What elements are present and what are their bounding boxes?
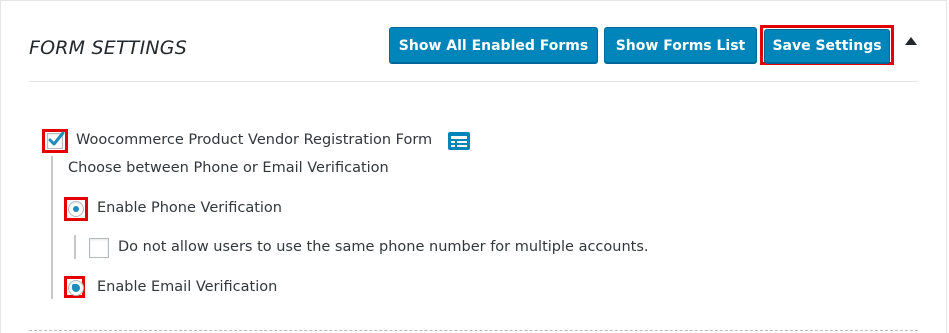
radio-selected-dot: [73, 206, 79, 212]
email-verification-label[interactable]: Enable Email Verification: [97, 279, 277, 295]
verification-prompt: Choose between Phone or Email Verificati…: [68, 160, 389, 176]
duplicate-phone-label[interactable]: Do not allow users to use the same phone…: [118, 239, 649, 255]
show-forms-list-button[interactable]: Show Forms List: [604, 27, 757, 63]
phone-verification-label[interactable]: Enable Phone Verification: [97, 200, 282, 216]
phone-verification-radio[interactable]: [68, 201, 84, 217]
options-group-line: [51, 156, 53, 299]
form-list-icon[interactable]: [448, 132, 470, 150]
radio-cursor-dot: [72, 284, 80, 292]
form-name-label: Woocommerce Product Vendor Registration …: [76, 132, 433, 148]
section-divider: [29, 330, 918, 331]
save-settings-button[interactable]: Save Settings: [764, 29, 890, 63]
form-settings-panel: FORM SETTINGS Show All Enabled Forms Sho…: [0, 0, 947, 333]
show-all-enabled-forms-button[interactable]: Show All Enabled Forms: [389, 27, 598, 63]
header-divider: [29, 81, 918, 82]
duplicate-phone-checkbox[interactable]: [89, 238, 109, 258]
page-title: FORM SETTINGS: [29, 37, 187, 59]
form-enable-checkbox[interactable]: [47, 131, 65, 149]
sub-option-line: [74, 235, 76, 259]
checkmark-icon: [48, 131, 65, 146]
collapse-arrow-icon[interactable]: [905, 37, 917, 45]
email-verification-radio[interactable]: [68, 280, 84, 296]
